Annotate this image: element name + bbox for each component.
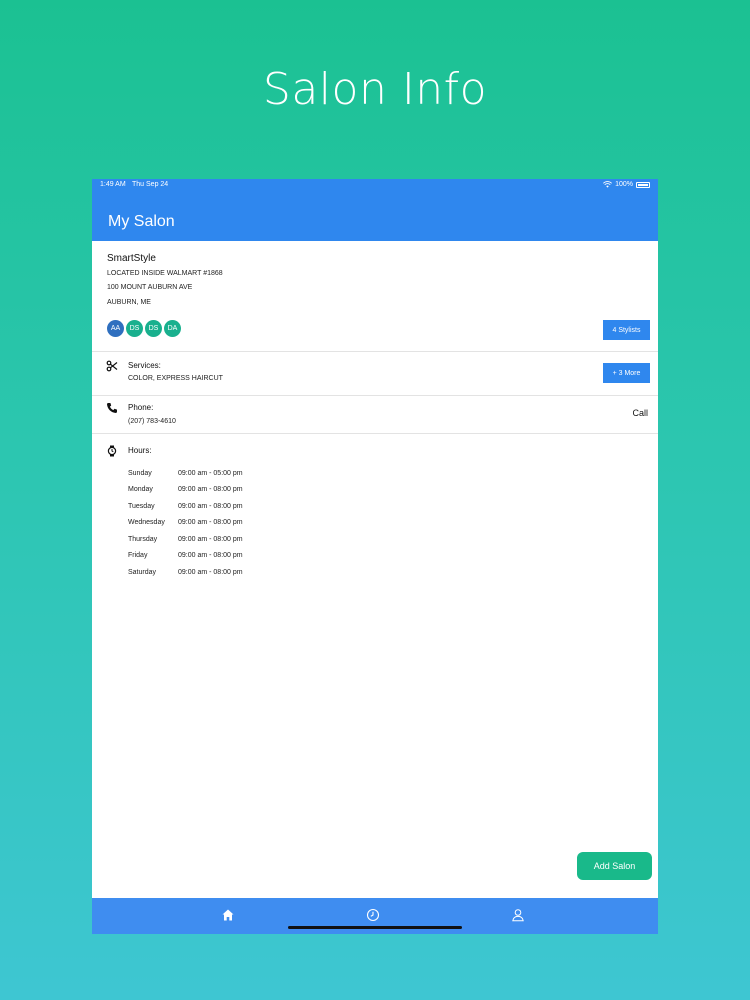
hours-time: 09:00 am - 05:00 pm [178, 469, 243, 477]
hours-row: Thursday 09:00 am - 08:00 pm [128, 531, 243, 548]
hours-row: Saturday 09:00 am - 08:00 pm [128, 564, 243, 581]
status-time: 1:49 AM [100, 181, 126, 188]
wifi-icon [603, 181, 613, 188]
scissors-icon [106, 360, 118, 372]
hours-label: Hours: [128, 446, 152, 455]
hours-time: 09:00 am - 08:00 pm [178, 486, 243, 494]
hours-row: Monday 09:00 am - 08:00 pm [128, 482, 243, 499]
hours-time: 09:00 am - 08:00 pm [178, 568, 243, 576]
nav-bar: My Salon [92, 191, 658, 241]
avatar[interactable]: DA [164, 320, 181, 337]
hours-time: 09:00 am - 08:00 pm [178, 535, 243, 543]
watch-icon [107, 445, 117, 457]
hours-row: Sunday 09:00 am - 05:00 pm [128, 465, 243, 482]
hours-time: 09:00 am - 08:00 pm [178, 552, 243, 560]
page-title: My Salon [108, 213, 175, 230]
hours-time: 09:00 am - 08:00 pm [178, 502, 243, 510]
address-line-3: AUBURN, ME [107, 299, 151, 306]
home-icon[interactable] [221, 908, 235, 922]
hours-section: Hours: Sunday 09:00 am - 05:00 pm Monday… [92, 434, 658, 594]
services-label: Services: [128, 361, 161, 370]
clock-icon[interactable] [366, 908, 380, 922]
stylist-avatars: AA DS DS DA [107, 320, 181, 337]
status-right: 100% [603, 181, 650, 188]
salon-info-section: SmartStyle LOCATED INSIDE WALMART #1868 … [92, 241, 658, 352]
hours-day: Thursday [128, 535, 158, 543]
avatar[interactable]: AA [107, 320, 124, 337]
phone-section: Phone: (207) 783-4610 Call [92, 396, 658, 434]
battery-icon [636, 181, 650, 188]
hours-day: Tuesday [128, 502, 155, 510]
phone-value[interactable]: (207) 783-4610 [128, 418, 176, 425]
address-line-1: LOCATED INSIDE WALMART #1868 [107, 270, 223, 277]
hours-row: Tuesday 09:00 am - 08:00 pm [128, 498, 243, 515]
hours-day: Saturday [128, 568, 157, 576]
battery-percent: 100% [615, 181, 633, 188]
address-line-2: 100 MOUNT AUBURN AVE [107, 284, 193, 291]
call-button[interactable]: Call [632, 408, 648, 418]
status-date: Thu Sep 24 [132, 181, 169, 188]
avatar[interactable]: DS [145, 320, 162, 337]
hours-day: Sunday [128, 469, 152, 477]
avatar[interactable]: DS [126, 320, 143, 337]
phone-label: Phone: [128, 403, 154, 412]
phone-icon [107, 403, 117, 413]
stylists-button[interactable]: 4 Stylists [603, 320, 650, 340]
services-section: Services: COLOR, EXPRESS HAIRCUT + 3 Mor… [92, 352, 658, 396]
salon-name: SmartStyle [107, 253, 156, 264]
profile-icon[interactable] [511, 908, 525, 922]
hours-row: Friday 09:00 am - 08:00 pm [128, 548, 243, 565]
hours-day: Wednesday [128, 519, 165, 527]
hours-row: Wednesday 09:00 am - 08:00 pm [128, 515, 243, 532]
promo-title: Salon Info [262, 64, 488, 115]
hours-time: 09:00 am - 08:00 pm [178, 519, 243, 527]
hours-day: Friday [128, 552, 148, 560]
hours-table: Sunday 09:00 am - 05:00 pm Monday 09:00 … [128, 465, 243, 581]
device-screen: 1:49 AM Thu Sep 24 100% My Salon SmartSt… [92, 179, 658, 934]
status-bar: 1:49 AM Thu Sep 24 100% [92, 179, 658, 191]
add-salon-button[interactable]: Add Salon [577, 852, 652, 880]
home-indicator [288, 926, 462, 929]
hours-day: Monday [128, 486, 153, 494]
more-services-button[interactable]: + 3 More [603, 363, 650, 383]
services-value: COLOR, EXPRESS HAIRCUT [128, 375, 223, 382]
